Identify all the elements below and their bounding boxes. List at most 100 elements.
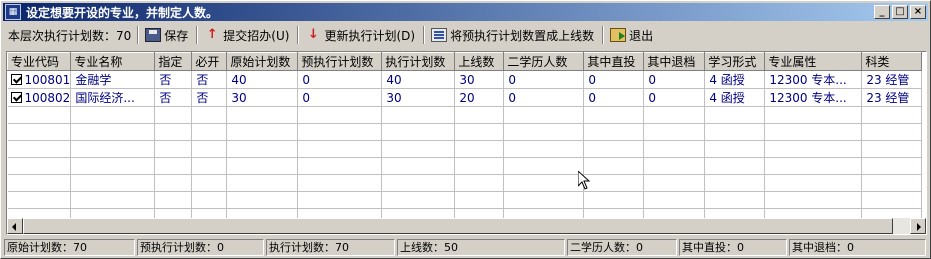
table-cell[interactable]: 40 [381,70,456,89]
horizontal-scrollbar[interactable] [7,218,926,234]
status-online: 上线数：50 [397,239,565,256]
table-cell[interactable]: 0 [643,88,706,107]
maximize-button[interactable]: □ [892,5,908,19]
col-header[interactable]: 其中直投 [583,52,645,71]
cell-text: 100802 [24,90,71,105]
submit-button[interactable]: ↑ 提交招办(U) [200,25,295,45]
chevron-right-icon [917,223,921,231]
status-direct: 其中直投：0 [679,239,787,256]
table-cell[interactable]: 0 [297,88,383,107]
status-original: 原始计划数：70 [4,239,135,256]
window-title: 设定想要开设的专业，并制定人数。 [26,5,219,20]
arrow-up-icon: ↑ [206,27,218,42]
toolbar-separator [297,26,300,44]
cell-text: 100801 [24,72,71,87]
table-cell[interactable]: 4 函授 [704,88,766,107]
col-header[interactable]: 执行计划数 [381,52,456,71]
table-cell[interactable]: 否 [191,70,228,89]
table-cell[interactable]: 0 [583,70,645,89]
app-icon: ▦ [5,4,21,20]
update-label: 更新执行计划(D) [324,28,416,43]
table-row[interactable]: 100801 金融学 否 否 40 0 40 30 0 0 0 4 函授 123… [7,70,923,89]
submit-label: 提交招办(U) [223,28,290,43]
exit-icon [610,28,627,42]
save-label: 保存 [164,28,189,43]
scroll-thumb[interactable] [23,218,893,234]
set-to-online-button[interactable]: 将预执行计划数置成上线数 [427,25,600,45]
chevron-left-icon [12,223,16,231]
table-row[interactable]: 100802 国际经济... 否 否 30 0 30 20 0 0 0 4 函授… [7,88,923,107]
scroll-left-button[interactable] [7,218,23,234]
scroll-right-button[interactable] [910,218,926,234]
col-header[interactable]: 必开 [191,52,228,71]
main-window: ▦ 设定想要开设的专业，并制定人数。 _ □ × 本层次执行计划数：70 保存 … [0,0,931,259]
col-header[interactable]: 二学历人数 [503,52,585,71]
save-icon [145,28,162,42]
row-checkbox[interactable] [10,73,22,85]
status-exec: 执行计划数：70 [266,239,395,256]
empty-row [7,157,923,175]
empty-row [7,106,923,124]
set-label: 将预执行计划数置成上线数 [450,28,595,43]
table-cell[interactable]: 4 函授 [704,70,766,89]
row-checkbox[interactable] [10,91,22,103]
table-cell[interactable]: 否 [154,88,193,107]
status-return: 其中退档：0 [789,239,926,256]
save-button[interactable]: 保存 [141,25,194,45]
toolbar-separator [602,26,605,44]
table-cell[interactable]: 20 [454,88,505,107]
major-code-cell[interactable]: 100801 [7,70,72,89]
table-cell[interactable]: 12300 专本... [764,88,863,107]
col-header[interactable]: 原始计划数 [226,52,299,71]
calculator-icon [431,28,448,42]
col-header[interactable]: 预执行计划数 [297,52,383,71]
table-cell[interactable]: 23 经管 [861,88,923,107]
col-header[interactable]: 其中退档 [643,52,706,71]
minimize-button[interactable]: _ [874,5,890,19]
col-header[interactable]: 学习形式 [704,52,766,71]
grid-viewport: 专业代码 专业名称 指定 必开 原始计划数 预执行计划数 执行计划数 上线数 二… [7,52,926,218]
table-cell[interactable]: 0 [643,70,706,89]
status-second-degree: 二学历人数：0 [567,239,677,256]
col-header[interactable]: 指定 [154,52,193,71]
table-cell[interactable]: 国际经济... [70,88,156,107]
table-cell[interactable]: 23 经管 [861,70,923,89]
col-header[interactable]: 科类 [861,52,923,71]
major-table: 专业代码 专业名称 指定 必开 原始计划数 预执行计划数 执行计划数 上线数 二… [7,52,923,218]
data-grid: 专业代码 专业名称 指定 必开 原始计划数 预执行计划数 执行计划数 上线数 二… [6,51,927,235]
table-cell[interactable]: 0 [503,88,585,107]
empty-row [7,123,923,141]
major-code-cell[interactable]: 100802 [7,88,72,107]
arrow-down-icon: ↓ [308,27,319,42]
toolbar: 本层次执行计划数：70 保存 ↑ 提交招办(U) ↓ 更新执行计划(D) 将预执… [4,24,928,46]
table-cell[interactable]: 否 [191,88,228,107]
col-header[interactable]: 上线数 [454,52,505,71]
table-cell[interactable]: 40 [226,70,299,89]
exit-button[interactable]: 退出 [606,25,659,45]
table-cell[interactable]: 30 [226,88,299,107]
close-button[interactable]: × [910,5,926,19]
cursor-arrow-icon [578,171,591,190]
col-header[interactable]: 专业名称 [70,52,156,71]
table-cell[interactable]: 0 [297,70,383,89]
col-header[interactable]: 专业属性 [764,52,863,71]
exit-label: 退出 [629,28,654,43]
table-cell[interactable]: 0 [583,88,645,107]
table-cell[interactable]: 否 [154,70,193,89]
col-header[interactable]: 专业代码 [7,52,72,71]
empty-row [7,191,923,209]
empty-row [7,208,923,218]
toolbar-separator [423,26,426,44]
update-plan-button[interactable]: ↓ 更新执行计划(D) [301,25,421,45]
table-cell[interactable]: 30 [454,70,505,89]
status-bar: 原始计划数：70 预执行计划数：0 执行计划数：70 上线数：50 二学历人数：… [4,239,928,257]
window-controls: _ □ × [872,5,926,19]
header-row: 专业代码 专业名称 指定 必开 原始计划数 预执行计划数 执行计划数 上线数 二… [7,52,923,71]
table-cell[interactable]: 0 [503,70,585,89]
table-cell[interactable]: 12300 专本... [764,70,863,89]
table-cell[interactable]: 金融学 [70,70,156,89]
plan-count-label: 本层次执行计划数：70 [8,28,132,43]
status-pre-exec: 预执行计划数：0 [137,239,264,256]
table-cell[interactable]: 30 [381,88,456,107]
empty-row [7,174,923,192]
